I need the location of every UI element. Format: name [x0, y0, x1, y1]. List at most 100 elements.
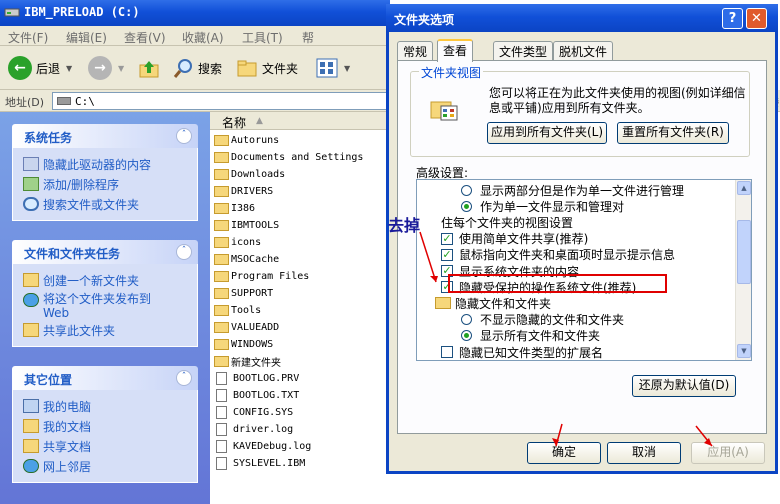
folders-button[interactable]: 文件夹: [236, 54, 298, 82]
folder-item[interactable]: I386: [214, 200, 255, 217]
place-label: 共享文档: [43, 439, 92, 454]
folder-item[interactable]: Downloads: [214, 166, 285, 183]
task-hide-drive[interactable]: 隐藏此驱动器的内容: [23, 154, 197, 174]
close-icon[interactable]: ✕: [746, 8, 767, 29]
ok-button[interactable]: 确定: [527, 442, 601, 464]
folder-item[interactable]: MSOCache: [214, 251, 279, 268]
tab-view[interactable]: 查看: [437, 39, 474, 62]
apply-to-all-folders-button[interactable]: 应用到所有文件夹(L): [487, 122, 607, 144]
folder-item[interactable]: 新建文件夹: [214, 353, 281, 370]
task-label: 共享此文件夹: [43, 323, 116, 338]
explorer-titlebar[interactable]: IBM_PRELOAD (C:): [0, 0, 390, 26]
help-icon[interactable]: ?: [722, 8, 743, 29]
menu-help[interactable]: 帮: [302, 29, 314, 46]
search-button[interactable]: 搜索: [172, 54, 222, 82]
setting-checkbox[interactable]: ✓: [441, 232, 453, 245]
setting-checkbox[interactable]: ✓: [441, 248, 453, 261]
place-my-computer[interactable]: 我的电脑: [23, 396, 197, 416]
file-item[interactable]: SYSLEVEL.IBM: [214, 455, 305, 472]
setting-radio[interactable]: [461, 314, 472, 326]
file-item[interactable]: BOOTLOG.PRV: [214, 370, 299, 387]
file-item[interactable]: CONFIG.SYS: [214, 404, 293, 421]
address-label: 地址(D): [5, 96, 45, 109]
up-button[interactable]: [138, 54, 160, 82]
collapse-icon[interactable]: ˆ: [176, 128, 192, 144]
folder-item[interactable]: WINDOWS: [214, 336, 273, 353]
menu-tools[interactable]: 工具(T): [242, 29, 283, 46]
task-label: 隐藏此驱动器的内容: [43, 157, 152, 172]
file-item[interactable]: KAVEDebug.log: [214, 438, 311, 455]
file-item[interactable]: driver.log: [214, 421, 293, 438]
task-share-folder[interactable]: 共享此文件夹: [23, 320, 197, 340]
apply-button[interactable]: 应用(A): [691, 442, 765, 464]
folder-item[interactable]: SUPPORT: [214, 285, 273, 302]
tab-offline-files[interactable]: 脱机文件: [553, 41, 614, 61]
task-new-folder[interactable]: 创建一个新文件夹: [23, 270, 197, 290]
folder-item[interactable]: icons: [214, 234, 261, 251]
restore-defaults-button[interactable]: 还原为默认值(D): [632, 375, 736, 397]
folder-item[interactable]: Autoruns: [214, 132, 279, 149]
place-network[interactable]: 网上邻居: [23, 456, 197, 476]
forward-dropdown-icon[interactable]: ▼: [118, 64, 124, 73]
setting-row[interactable]: 不显示隐藏的文件和文件夹: [461, 312, 624, 328]
setting-row[interactable]: 显示两部分但是作为单一文件进行管理: [461, 182, 684, 198]
back-dropdown-icon[interactable]: ▼: [66, 64, 72, 73]
setting-row[interactable]: ✓ 鼠标指向文件夹和桌面项时显示提示信息: [441, 247, 675, 263]
back-button[interactable]: ← 后退 ▼: [8, 54, 72, 82]
settings-scrollbar[interactable]: ▲ ▼: [735, 180, 751, 360]
collapse-icon[interactable]: ˆ: [176, 244, 192, 260]
setting-radio[interactable]: [461, 330, 472, 342]
address-input[interactable]: C:\: [52, 92, 388, 110]
dialog-titlebar[interactable]: 文件夹选项 ? ✕: [386, 4, 778, 32]
place-my-documents[interactable]: 我的文档: [23, 416, 197, 436]
reset-all-folders-button[interactable]: 重置所有文件夹(R): [617, 122, 729, 144]
menu-file[interactable]: 文件(F): [8, 29, 48, 46]
tab-general[interactable]: 常规: [397, 41, 434, 61]
task-label: 将这个文件夹发布到 Web: [43, 292, 151, 320]
folder-item[interactable]: Program Files: [214, 268, 309, 285]
tab-file-types[interactable]: 文件类型: [493, 41, 554, 61]
file-item[interactable]: BOOTLOG.TXT: [214, 387, 299, 404]
folder-item[interactable]: VALUEADD: [214, 319, 279, 336]
menu-edit[interactable]: 编辑(E): [66, 29, 107, 46]
collapse-icon[interactable]: ˆ: [176, 370, 192, 386]
search-label: 搜索: [198, 61, 223, 76]
place-shared-documents[interactable]: 共享文档: [23, 436, 197, 456]
setting-radio[interactable]: [461, 184, 472, 196]
other-places-header[interactable]: 其它位置 ˆ: [12, 366, 198, 390]
forward-button[interactable]: → ▼: [88, 54, 124, 82]
advanced-settings-list[interactable]: 显示两部分但是作为单一文件进行管理 作为单一文件显示和管理对 住每个文件夹的视图设置…: [416, 179, 752, 361]
setting-checkbox[interactable]: [441, 346, 453, 358]
folder-item[interactable]: IBMTOOLS: [214, 217, 279, 234]
folder-icon: [214, 305, 229, 316]
share-folder-icon: [23, 323, 39, 337]
column-header-name[interactable]: 名称 ▲: [210, 112, 390, 130]
system-tasks-header[interactable]: 系统任务 ˆ: [12, 124, 198, 148]
setting-row[interactable]: 作为单一文件显示和管理对: [461, 198, 624, 214]
place-label: 我的文档: [43, 419, 92, 434]
item-name: Documents and Settings: [231, 152, 364, 163]
views-button[interactable]: ▼: [316, 54, 350, 82]
setting-label: 鼠标指向文件夹和桌面项时显示提示信息: [459, 248, 676, 263]
menubar: 文件(F) 编辑(E) 查看(V) 收藏(A) 工具(T) 帮: [0, 26, 390, 46]
file-tasks-header[interactable]: 文件和文件夹任务 ˆ: [12, 240, 198, 264]
folder-item[interactable]: DRIVERS: [214, 183, 273, 200]
cancel-button[interactable]: 取消: [607, 442, 681, 464]
setting-row[interactable]: 隐藏已知文件类型的扩展名: [441, 344, 603, 360]
search-icon: [23, 197, 39, 211]
scroll-up-icon[interactable]: ▲: [737, 181, 751, 195]
scroll-down-icon[interactable]: ▼: [737, 344, 751, 358]
scroll-thumb[interactable]: [737, 220, 751, 284]
setting-radio[interactable]: [461, 200, 472, 212]
task-search[interactable]: 搜索文件或文件夹: [23, 194, 197, 214]
setting-row[interactable]: ✓ 使用简单文件共享(推荐): [441, 231, 588, 247]
folder-item[interactable]: Tools: [214, 302, 261, 319]
menu-view[interactable]: 查看(V): [124, 29, 166, 46]
task-add-remove[interactable]: 添加/删除程序: [23, 174, 197, 194]
task-label: 创建一个新文件夹: [43, 273, 140, 288]
setting-row[interactable]: 显示所有文件和文件夹: [461, 328, 600, 344]
menu-favorites[interactable]: 收藏(A): [182, 29, 224, 46]
folder-item[interactable]: Documents and Settings: [214, 149, 363, 166]
task-publish-web[interactable]: 将这个文件夹发布到 Web: [23, 290, 197, 320]
item-name: SUPPORT: [231, 288, 274, 299]
